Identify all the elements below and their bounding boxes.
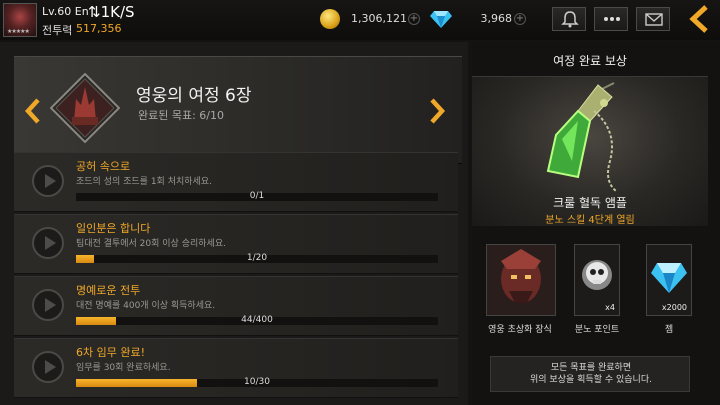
play-icon[interactable]: [32, 351, 64, 383]
quest-progress-count: 0/1: [249, 191, 265, 201]
sub-reward-name: 영웅 초상화 장식: [488, 325, 552, 335]
player-avatar[interactable]: ★★★★★: [3, 3, 37, 37]
main-reward-card[interactable]: 크룰 혈독 앰플 분노 스킬 4단계 열림: [472, 76, 708, 226]
quest-title: 명예로운 전투: [76, 284, 141, 297]
gold-amount: 1,306,121: [351, 12, 407, 25]
more-dots-icon: [604, 17, 620, 21]
reward-panel: 여정 완료 보상 크룰 혈독 앰플 분노 스킬 4단계 열림 x4 x2000 …: [472, 42, 720, 405]
sub-reward-portrait[interactable]: [486, 244, 556, 316]
combat-power-value: 517,356: [76, 22, 122, 35]
more-menu-button[interactable]: [594, 7, 628, 31]
mail-button[interactable]: [636, 7, 670, 31]
add-gold-button[interactable]: +: [408, 13, 420, 25]
quest-progress-count: 10/30: [244, 377, 270, 387]
play-icon[interactable]: [32, 165, 64, 197]
main-reward-effect: 분노 스킬 4단계 열림: [545, 215, 635, 226]
main-reward-name: 크룰 혈독 앰플: [553, 196, 627, 210]
add-gem-button[interactable]: +: [514, 13, 526, 25]
quest-progress-count: 44/400: [241, 315, 273, 325]
reward-panel-title: 여정 완료 보상: [553, 54, 627, 68]
gold-coin-icon: [320, 9, 340, 29]
quest-row[interactable]: 명예로운 전투 대전 명예를 400개 이상 획득하세요. 44/400: [14, 276, 458, 336]
play-icon[interactable]: [32, 227, 64, 259]
next-chapter-arrow-icon[interactable]: [426, 97, 448, 125]
quest-progress-count: 1/20: [246, 253, 268, 263]
player-level: Lv.60 En: [42, 5, 89, 18]
gem-amount: 3,968: [480, 12, 513, 25]
sub-reward-rage-points[interactable]: x4: [574, 244, 620, 316]
bell-icon: [561, 11, 579, 28]
play-icon[interactable]: [32, 289, 64, 321]
quest-description: 팀대전 결투에서 20회 이상 승리하세요.: [76, 239, 226, 249]
prev-chapter-arrow-icon[interactable]: [22, 97, 44, 125]
sub-reward-quantity: x2000: [661, 303, 687, 312]
chapter-header: 영웅의 여정 6장 완료된 목표: 6/10: [14, 56, 462, 164]
top-bar: ★★★★★ Lv.60 En ⇅1K/S 전투력 517,356 1,306,1…: [0, 0, 720, 40]
quest-description: 대전 명예를 400개 이상 획득하세요.: [76, 301, 216, 311]
rank-stars-icon: ★★★★★: [7, 28, 30, 35]
combat-power-label: 전투력: [42, 24, 73, 37]
blood-poison-ampoule-icon: [546, 82, 617, 192]
quest-description: 임무를 30회 완료하세요.: [76, 363, 171, 373]
quest-title: 일인분은 합니다: [76, 222, 151, 235]
sub-reward-name: 분노 포인트: [574, 325, 620, 335]
sub-reward-gems[interactable]: x2000: [646, 244, 692, 316]
quest-row[interactable]: 공허 속으로 조드의 성의 조드를 1회 처치하세요. 0/1: [14, 152, 458, 212]
quest-row[interactable]: 일인분은 합니다 팀대전 결투에서 20회 이상 승리하세요. 1/20: [14, 214, 458, 274]
sub-reward-quantity: x4: [605, 303, 615, 312]
notice-line-1: 모든 목표를 완료하면: [550, 363, 632, 373]
gem-icon: [430, 11, 452, 28]
portrait-icon: [487, 245, 555, 315]
network-speed: ⇅1K/S: [88, 3, 135, 21]
quest-row[interactable]: 6차 임무 완료! 임무를 30회 완료하세요. 10/30: [14, 338, 458, 398]
journey-panel: 영웅의 여정 6장 완료된 목표: 6/10 공허 속으로 조드의 성의 조드를…: [0, 42, 468, 405]
notification-button[interactable]: [552, 7, 586, 31]
quest-title: 6차 임무 완료!: [76, 346, 146, 359]
quest-description: 조드의 성의 조드를 1회 처치하세요.: [76, 177, 212, 187]
reward-notice: 모든 목표를 완료하면 위의 보상을 획득할 수 있습니다.: [490, 356, 690, 392]
network-speed-value: 1K/S: [100, 3, 135, 21]
chapter-title: 영웅의 여정 6장: [136, 86, 252, 106]
sub-reward-name: 젬: [664, 325, 674, 335]
chapter-progress: 완료된 목표: 6/10: [138, 109, 225, 122]
castle-emblem-icon: [50, 73, 120, 143]
back-arrow-icon[interactable]: [682, 2, 716, 36]
notice-line-2: 위의 보상을 획득할 수 있습니다.: [530, 375, 652, 385]
quest-title: 공허 속으로: [76, 160, 131, 173]
mail-icon: [645, 13, 663, 26]
